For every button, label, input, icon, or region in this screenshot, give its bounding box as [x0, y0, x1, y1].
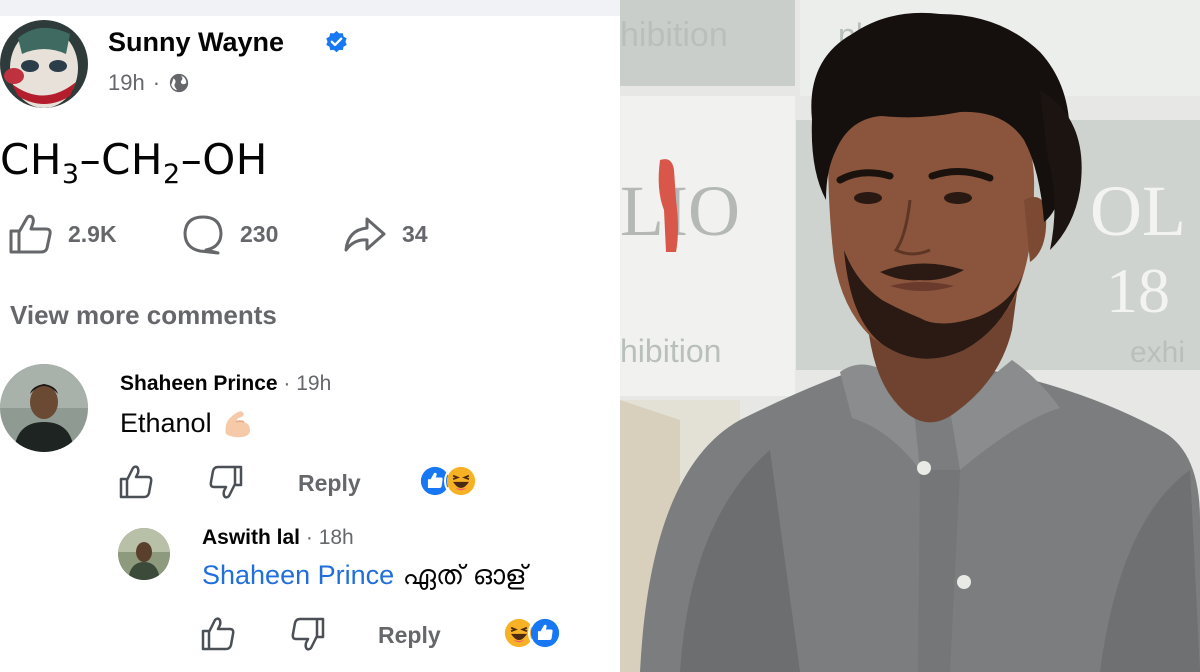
meta-separator: ·: [152, 70, 161, 95]
facebook-post-screenshot: Sunny Wayne 19h · CH3–CH2–OH 2.9K 230 34: [0, 0, 620, 672]
comment-author-name[interactable]: Shaheen Prince: [120, 372, 278, 395]
thumbs-down-icon: [291, 617, 325, 651]
view-more-comments-link[interactable]: View more comments: [10, 300, 277, 331]
reply-reactions[interactable]: [502, 616, 562, 650]
verified-badge-icon: [326, 31, 347, 53]
comment-reactions[interactable]: [418, 464, 478, 498]
share-count: 34: [402, 220, 428, 247]
like-reaction-icon: [528, 616, 562, 650]
thumbs-up-icon: [201, 617, 235, 651]
comment-count: 230: [240, 220, 279, 247]
commenter-avatar[interactable]: [0, 364, 88, 452]
banner-text: 18: [1106, 255, 1170, 326]
comment-button[interactable]: 230: [180, 213, 278, 255]
reply-reply-link[interactable]: Reply: [378, 622, 441, 649]
comment-text: Ethanol: [120, 406, 254, 440]
banner-text: LIO: [620, 171, 740, 251]
thumbs-up-icon: [119, 465, 153, 499]
haha-reaction-icon: [444, 464, 478, 498]
comment-dislike-button[interactable]: [208, 464, 244, 500]
reply-author-line: Aswith lal · 18h: [202, 526, 354, 550]
reply-time[interactable]: · 18h: [306, 526, 354, 549]
reply-like-button[interactable]: [200, 616, 236, 652]
mention-link[interactable]: Shaheen Prince: [202, 560, 394, 590]
reply-actions: Reply: [200, 616, 580, 656]
reply-message: ഏത് ഓള്: [394, 560, 527, 591]
comment-bubble-icon: [183, 215, 223, 255]
reply-text: Shaheen Prince ഏത് ഓള്: [202, 560, 527, 592]
like-button[interactable]: 2.9K: [8, 213, 117, 255]
post-meta: 19h ·: [108, 70, 190, 96]
share-arrow-icon: [344, 217, 386, 252]
comment-reply-link[interactable]: Reply: [298, 470, 361, 497]
like-count: 2.9K: [68, 220, 117, 247]
comment-time[interactable]: · 19h: [283, 372, 331, 395]
reply-author-name[interactable]: Aswith lal: [202, 526, 300, 549]
share-button[interactable]: 34: [342, 213, 428, 255]
post-time[interactable]: 19h: [108, 70, 145, 96]
banner-text: hibition: [620, 333, 721, 369]
flexed-biceps-emoji-icon: [225, 411, 250, 438]
post-text: CH3–CH2–OH: [0, 135, 268, 190]
post-author-name[interactable]: Sunny Wayne: [108, 27, 284, 58]
author-avatar[interactable]: [0, 20, 88, 108]
banner-text: exhi: [1130, 336, 1185, 369]
thumbs-up-icon: [9, 214, 52, 254]
top-divider: [0, 0, 620, 16]
comment-like-button[interactable]: [118, 464, 154, 500]
thumbs-down-icon: [209, 465, 243, 499]
portrait-image: hibition photo exh LIO OL 18 hibition ex…: [620, 0, 1200, 672]
banner-text: OL: [1090, 171, 1186, 251]
banner-text: hibition: [620, 16, 728, 54]
globe-icon: [169, 73, 189, 93]
reply-author-avatar[interactable]: [118, 528, 170, 580]
comment-actions: Reply: [118, 464, 498, 504]
portrait-photo: hibition photo exh LIO OL 18 hibition ex…: [620, 0, 1200, 672]
reply-dislike-button[interactable]: [290, 616, 326, 652]
comment-author-line: Shaheen Prince · 19h: [120, 372, 331, 396]
